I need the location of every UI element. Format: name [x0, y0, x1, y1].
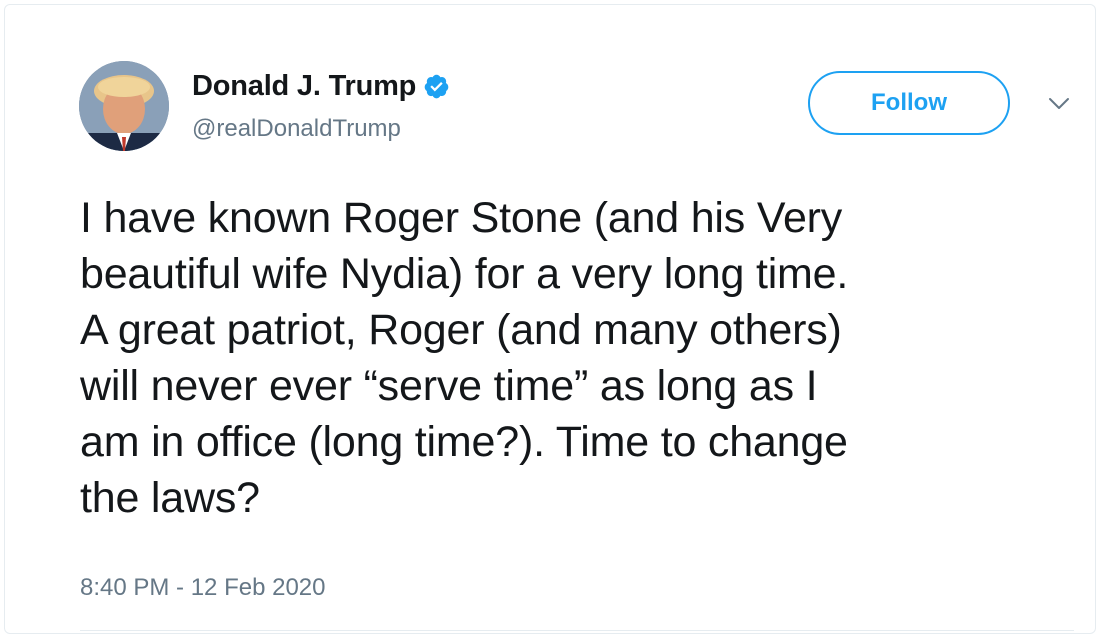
chevron-down-icon[interactable]	[1047, 96, 1071, 112]
author-handle[interactable]: @realDonaldTrump	[192, 115, 401, 143]
author-display-name[interactable]: Donald J. Trump	[192, 70, 416, 103]
profile-photo-icon	[79, 61, 169, 151]
avatar[interactable]	[79, 61, 169, 151]
tweet-text: I have known Roger Stone (and his Very b…	[80, 194, 849, 522]
follow-button[interactable]: Follow	[808, 71, 1010, 135]
divider	[80, 630, 1074, 631]
verified-badge-icon	[424, 74, 449, 98]
author-name-row: Donald J. Trump	[192, 66, 450, 106]
tweet-timestamp[interactable]: 8:40 PM - 12 Feb 2020	[80, 574, 325, 602]
